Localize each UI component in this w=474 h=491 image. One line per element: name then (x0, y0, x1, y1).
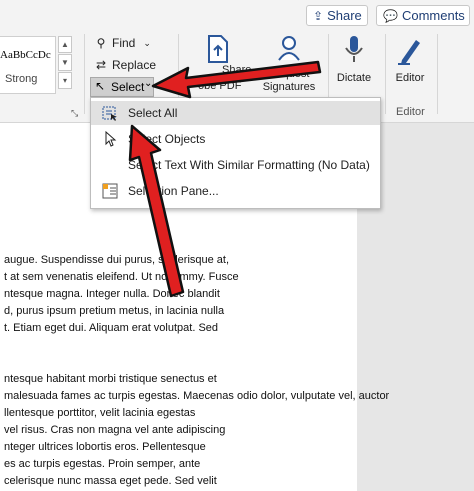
find-button[interactable]: ⚲ Find ⌄ (93, 36, 151, 50)
person-icon (278, 36, 300, 61)
menu-item-label: Select Objects (128, 132, 206, 146)
style-gallery-item-strong[interactable]: AaBbCcDc Strong (0, 36, 56, 94)
style-gallery-scroll: ▲ ▼ ▾ (58, 36, 72, 92)
gallery-up-icon[interactable]: ▲ (58, 36, 72, 53)
doc-line: es ac turpis egestas. Proin semper, ante (4, 458, 201, 470)
style-name: Strong (5, 73, 38, 85)
doc-line: malesuada fames ac turpis egestas. Maece… (4, 390, 390, 402)
dictate-label: Dictate (336, 72, 372, 84)
find-label: Find (112, 36, 136, 50)
share-button[interactable]: ⇪ Share (306, 5, 368, 26)
editor-group-label: Editor (396, 106, 425, 118)
select-label: Select (111, 80, 145, 94)
doc-line: ntesque habitant morbi tristique senectu… (4, 373, 217, 385)
doc-line: augue. Suspendisse dui purus, scelerisqu… (4, 254, 230, 266)
adobe-pdf-label: obe PDF (198, 80, 242, 92)
replace-label: Replace (112, 58, 157, 72)
doc-line: d, purus ipsum pretium metus, in lacinia… (4, 305, 225, 317)
divider (437, 34, 438, 114)
gallery-more-icon[interactable]: ▾ (58, 72, 72, 89)
replace-button[interactable]: ⇄ Replace (93, 58, 156, 72)
doc-line: llentesque porttitor, velit lacinia eges… (4, 407, 196, 419)
select-button[interactable]: ↖ Select ⌄ (90, 77, 154, 97)
selection-pane-icon (102, 183, 118, 199)
divider (385, 34, 386, 114)
share-icon: ⇪ (313, 8, 324, 23)
comments-label: Comments (401, 8, 465, 23)
editor-pen-icon (398, 40, 420, 65)
doc-line: vel risus. Cras non magna vel ante adipi… (4, 424, 226, 436)
chevron-down-icon: ⌄ (144, 78, 153, 89)
menu-item-select-similar-formatting[interactable]: Select Text With Similar Formatting (No … (91, 153, 380, 177)
style-sample-text: AaBbCcDc (0, 49, 51, 61)
request-label-1: Request (268, 68, 310, 80)
chevron-down-icon: ⌄ (143, 37, 151, 48)
comment-icon: 💬 (383, 8, 398, 23)
menu-item-label: Selection Pane... (128, 184, 219, 198)
styles-dialog-launcher-icon[interactable]: ⤡ (71, 108, 78, 119)
cursor-icon (105, 131, 117, 147)
doc-line: nteger ultrices lobortis eros. Pellentes… (4, 441, 206, 453)
divider (84, 34, 85, 114)
menu-item-selection-pane[interactable]: Selection Pane... (91, 179, 380, 203)
dictate-button[interactable]: Dictate (334, 34, 374, 85)
share-label: Share (327, 8, 362, 23)
editor-button[interactable]: Editor (390, 34, 430, 85)
replace-icon: ⇄ (95, 58, 107, 72)
editor-label: Editor (395, 72, 425, 84)
select-cursor-icon: ↖ (95, 79, 106, 93)
request-label-2: Signatures (262, 81, 316, 93)
menu-item-label: Select All (128, 106, 178, 120)
menu-item-select-objects[interactable]: Select Objects (91, 127, 380, 151)
doc-line: celerisque nunc massa eget pede. Sed vel… (4, 475, 217, 487)
microphone-icon (345, 36, 363, 62)
adobe-pdf-icon (208, 35, 228, 63)
doc-line: ntesque magna. Integer nulla. Donec blan… (4, 288, 220, 300)
create-share-adobe-pdf-button[interactable]: Share obe PDF (184, 34, 252, 92)
find-icon: ⚲ (96, 36, 106, 50)
select-all-icon (102, 106, 117, 121)
menu-item-select-all[interactable]: Select All (91, 101, 380, 125)
comments-button[interactable]: 💬 Comments (376, 5, 470, 26)
menu-item-label: Select Text With Similar Formatting (No … (128, 158, 370, 172)
request-signatures-button[interactable]: Request Signatures (258, 34, 320, 94)
doc-line: t at sem venenatis eleifend. Ut nonummy.… (4, 271, 239, 283)
adobe-share-label: Share (222, 64, 252, 76)
gallery-down-icon[interactable]: ▼ (58, 54, 72, 71)
select-dropdown-menu: Select All Select Objects Select Text Wi… (90, 97, 381, 209)
doc-line: t. Etiam eget dui. Aliquam erat volutpat… (4, 322, 219, 334)
